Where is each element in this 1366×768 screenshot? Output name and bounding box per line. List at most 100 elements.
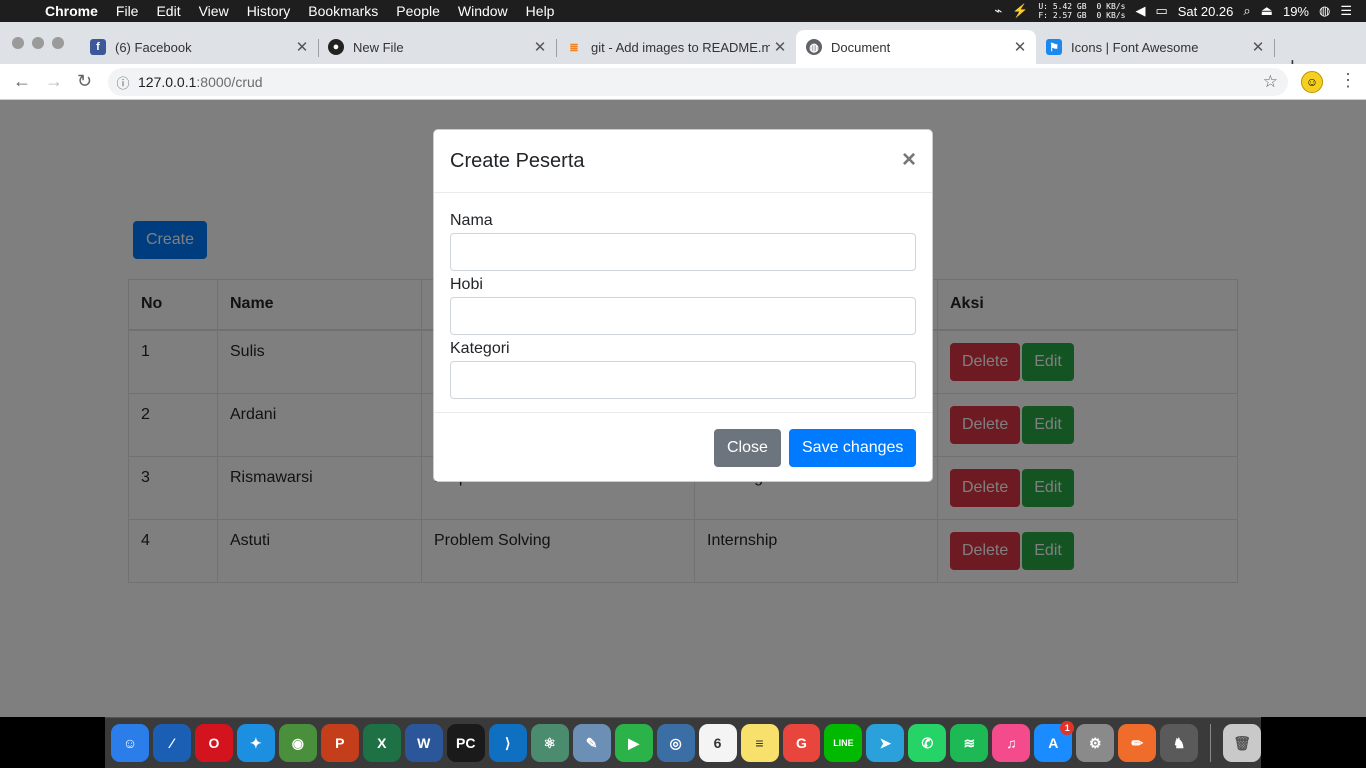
chrome-menu-icon[interactable]: ⋮ [1339,70,1357,91]
display-icon[interactable]: ▭ [1155,3,1167,19]
menu-history[interactable]: History [238,0,300,22]
close-tab-icon[interactable]: ✕ [1010,38,1030,56]
tab-strip: f (6) Facebook ✕ ● New File ✕ ≣ git - Ad… [0,22,1366,77]
tab-font-awesome[interactable]: ⚑ Icons | Font Awesome ✕ [1036,30,1274,64]
vscode-icon[interactable]: ⟩ [488,724,527,762]
menu-app-name[interactable]: Chrome [36,0,107,22]
pycharm-icon[interactable]: PC [446,724,485,762]
menu-file[interactable]: File [107,0,148,22]
reload-icon[interactable]: ↻ [77,71,92,92]
word-icon[interactable]: W [404,724,443,762]
nama-input[interactable] [450,233,916,271]
disk-used: 5.42 GB [1052,2,1087,11]
safari-icon[interactable]: ✦ [236,724,275,762]
dock-area: ☺ ⁄ O ✦ ◉ P X W PC ⟩ ⚛ ✎ ▶ ◎ 6 ≡ G LINE ➤ ✆ ≋ ♫ A 1 ⚙ ✏ ♞ 🗑 [0,717,1366,768]
url-path: :8000/crud [196,74,263,90]
network-stats: 0 KB/s 0 KB/s [1097,2,1126,20]
facetime-icon[interactable]: ▶ [614,724,653,762]
close-tab-icon[interactable]: ✕ [292,38,312,56]
whatsapp-icon[interactable]: ✆ [908,724,947,762]
battery-percent[interactable]: 19% [1283,4,1309,19]
notes-icon[interactable]: ≡ [740,724,779,762]
bookmark-star-icon[interactable]: ☆ [1263,72,1278,92]
zoom-window-button[interactable] [52,37,64,49]
calendar-icon[interactable]: 6 [698,724,737,762]
disk-used-label: U: [1038,2,1048,11]
spotlight-search-icon[interactable]: ⌕ [1243,3,1250,19]
address-bar[interactable]: ⓘ 127.0.0.1:8000/crud ☆ [108,68,1288,96]
menu-people[interactable]: People [387,0,449,22]
close-button[interactable]: Close [714,429,781,467]
google-icon[interactable]: G [782,724,821,762]
upload-rate: 0 KB/s [1096,2,1126,11]
notification-center-icon[interactable]: ☰ [1340,3,1352,19]
back-arrow-icon[interactable]: ← [13,71,31,92]
spotify-icon[interactable]: ≋ [950,724,989,762]
powerpoint-icon[interactable]: P [320,724,359,762]
trash-icon[interactable]: 🗑 [1223,724,1262,762]
profile-avatar-icon[interactable]: ☺ [1301,71,1323,93]
close-tab-icon[interactable]: ✕ [530,38,550,56]
menu-view[interactable]: View [190,0,238,22]
create-peserta-modal: Create Peserta × Nama Hobi Kategori Clos… [433,129,933,482]
tab-facebook[interactable]: f (6) Facebook ✕ [80,30,318,64]
system-preferences-icon[interactable]: ⚙ [1076,724,1115,762]
forward-arrow-icon[interactable]: → [45,71,63,92]
menu-window[interactable]: Window [449,0,517,22]
modal-close-icon[interactable]: × [902,148,916,172]
dock-divider [1210,724,1212,762]
eject-icon[interactable]: ⏏ [1261,3,1273,19]
siri-icon[interactable]: ◍ [1319,3,1330,19]
kategori-input[interactable] [450,361,916,399]
modal-title: Create Peserta [450,150,585,172]
itunes-icon[interactable]: ♫ [992,724,1031,762]
opera-icon[interactable]: O [194,724,233,762]
line-icon[interactable]: LINE [824,724,863,762]
save-changes-button[interactable]: Save changes [789,429,917,467]
facebook-icon: f [90,39,106,55]
sequel-pro-icon[interactable]: ♞ [1160,724,1199,762]
download-rate: 0 KB/s [1096,11,1126,20]
site-info-icon[interactable]: ⓘ [108,73,138,92]
menu-help[interactable]: Help [517,0,564,22]
menu-bookmarks[interactable]: Bookmarks [299,0,387,22]
telegram-icon[interactable]: ➤ [866,724,905,762]
tab-github[interactable]: ● New File ✕ [318,30,556,64]
sketch-icon[interactable]: ✏ [1118,724,1157,762]
close-tab-icon[interactable]: ✕ [1248,38,1268,56]
modal-footer: Close Save changes [434,412,932,482]
disk-free: 2.57 GB [1052,11,1087,20]
kategori-label: Kategori [450,340,510,357]
tab-stackoverflow[interactable]: ≣ git - Add images to README.m ✕ [556,30,796,64]
close-tab-icon[interactable]: ✕ [770,38,790,56]
tab-label: git - Add images to README.m [591,39,770,55]
excel-icon[interactable]: X [362,724,401,762]
dock: ☺ ⁄ O ✦ ◉ P X W PC ⟩ ⚛ ✎ ▶ ◎ 6 ≡ G LINE ➤ ✆ ≋ ♫ A 1 ⚙ ✏ ♞ 🗑 [105,717,1262,768]
activity-monitor-icon[interactable]: ⁄ [152,724,191,762]
cast-icon[interactable]: ⌁ [994,3,1002,19]
hobi-label: Hobi [450,276,483,293]
screenshot-icon[interactable]: ◎ [656,724,695,762]
menu-edit[interactable]: Edit [147,0,189,22]
url-host: 127.0.0.1 [138,74,197,90]
preview-icon[interactable]: ✎ [572,724,611,762]
volume-icon[interactable]: ◀ [1135,3,1145,19]
finder-icon[interactable]: ☺ [111,724,149,762]
globe-icon: ◍ [806,39,822,55]
tab-document[interactable]: ◍ Document ✕ [796,30,1036,64]
atom-icon[interactable]: ⚛ [530,724,569,762]
github-icon: ● [328,39,344,55]
browser-toolbar: ← → ↻ ⓘ 127.0.0.1:8000/crud ☆ ☺ ⋮ [0,64,1366,100]
window-controls [12,37,64,49]
satellite-icon[interactable]: ⚡ [1012,3,1028,19]
chrome-icon[interactable]: ◉ [278,724,317,762]
app-store-icon[interactable]: A1 [1034,721,1075,762]
tab-separator [1274,39,1275,57]
clock[interactable]: Sat 20.26 [1178,4,1234,19]
close-window-button[interactable] [12,37,24,49]
minimize-window-button[interactable] [32,37,44,49]
tab-label: New File [353,39,404,55]
nama-label: Nama [450,212,493,229]
hobi-input[interactable] [450,297,916,335]
tab-label: Document [831,39,891,55]
